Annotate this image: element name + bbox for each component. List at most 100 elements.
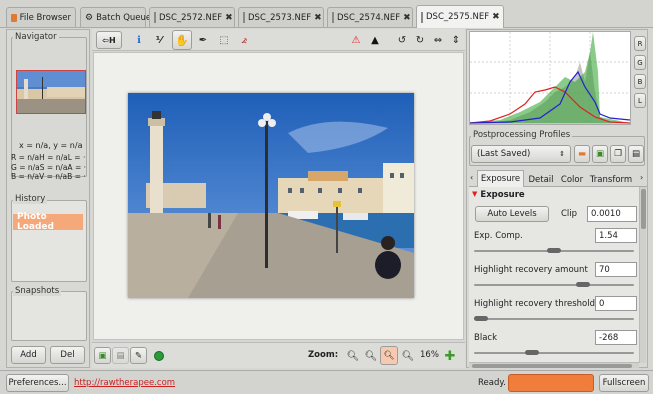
tab-label: DSC_2573.NEF [248,12,312,23]
param-slider[interactable] [474,352,634,354]
info-icon[interactable]: ℹ [130,31,148,49]
rotate-right-icon[interactable]: ↻ [411,31,429,49]
tool-panel-scrollbar[interactable] [639,187,646,363]
tab-color[interactable]: Color [558,172,586,187]
param-value-field[interactable]: 70 [595,262,637,277]
param-label: Black [474,333,497,343]
exposure-param-row: Black -268 [469,329,639,363]
param-slider-knob[interactable] [474,316,488,321]
save-icon: ▣ [98,350,107,361]
tab-dsc-2572[interactable]: DSC_2572.NEF ✖ [149,7,235,27]
paste-icon: ▤ [631,149,641,159]
crop-icon[interactable]: ⬚ [215,31,233,49]
paste-profile-button[interactable]: ▤ [628,145,644,163]
tab-label: File Browser [19,12,71,23]
tab-file-browser[interactable]: File Browser [6,7,76,27]
param-value-field[interactable]: -268 [595,330,637,345]
history-title: History [13,194,48,204]
rotate-left-icon[interactable]: ↺ [393,31,411,49]
hand-tool-button[interactable]: ✋ [172,30,192,50]
close-icon[interactable]: ✖ [492,12,500,22]
param-slider-knob[interactable] [547,248,561,253]
navigator-title: Navigator [13,32,59,42]
tab-dsc-2573[interactable]: DSC_2573.NEF ✖ [238,7,324,27]
profile-select[interactable]: (Last Saved) ⇕ [471,145,571,163]
param-slider-knob[interactable] [576,282,590,287]
navigator-preview-image [17,71,85,113]
auto-levels-button[interactable]: Auto Levels [475,206,549,222]
color-picker-icon[interactable]: ✒ [194,31,212,49]
straighten-icon[interactable]: ⦨ [235,31,253,49]
tab-exposure[interactable]: Exposure [477,170,524,187]
history-item-photo-loaded[interactable]: Photo Loaded [13,212,83,232]
history-toggle-button[interactable]: ⇦ H [96,31,122,49]
histogram-blue-toggle[interactable]: B [634,74,646,89]
tab-detail[interactable]: Detail [525,172,557,187]
zoom-100-icon[interactable]: 🔍︎ [399,347,417,365]
scrollbar-thumb[interactable] [641,189,646,229]
harbor-photo-image [128,93,414,298]
fullscreen-button[interactable]: Fullscreen [599,374,649,392]
tabs-scroll-right-icon[interactable]: › [640,173,643,182]
exposure-title: Exposure [480,190,525,200]
delete-snapshot-button[interactable]: Del [50,346,85,364]
editor-bottom-bar: ▣ ▤ ✎ Zoom: 🔍︎ 🔍︎ 🔍︎ 🔍︎ 16% ✚ [92,342,465,368]
histogram-red-toggle[interactable]: R [634,36,646,51]
param-value-field[interactable]: 0 [595,296,637,311]
param-value-field[interactable]: 1.54 [595,228,637,243]
clip-field[interactable]: 0.0010 [587,206,637,222]
preview-area[interactable] [93,52,464,340]
navigator-thumbnail[interactable] [16,70,86,114]
flip-horizontal-icon[interactable]: ⇔ [429,31,447,49]
before-after-icon[interactable]: ⅟ [150,31,168,49]
editor-toolbar: ⇦ H ℹ ⅟ ✋ ✒ ⬚ ⦨ ⚠ ▲ ↺ ↻ ⇔ ⇕ [92,29,465,51]
photo-preview[interactable] [128,93,414,298]
tab-label: DSC_2574.NEF [337,12,401,23]
shadow-clipping-warning-icon[interactable]: ▲ [366,31,384,49]
tool-panel-h-scrollbar[interactable] [469,362,639,368]
histogram-luminance-toggle[interactable]: L [634,93,646,108]
tab-bar: File Browser ⚙ Batch Queue DSC_2572.NEF … [0,0,653,28]
flip-vertical-icon[interactable]: ⇕ [447,31,465,49]
zoom-fit-button[interactable]: 🔍︎ [380,346,398,365]
history-toggle-label: H [109,35,116,45]
exposure-header[interactable]: ▼ Exposure [472,190,525,200]
tab-label: Batch Queue [96,12,152,23]
close-icon[interactable]: ✖ [314,13,322,23]
file-icon [243,12,245,23]
profile-select-value: (Last Saved) [477,149,531,159]
copy-profile-button[interactable]: ❐ [610,145,626,163]
navigator-rgb-row: B = n/aV = n/aB = · [11,172,86,181]
save-profile-button[interactable]: ▣ [592,145,608,163]
queue-icon: ▤ [116,350,125,361]
new-detail-window-icon[interactable]: ✚ [441,347,459,365]
histogram-green-toggle[interactable]: G [634,55,646,70]
status-bar: Preferences... http://rawtherapee.com Re… [0,370,653,394]
send-to-editor-button[interactable]: ✎ [130,347,147,364]
preferences-button[interactable]: Preferences... [6,374,69,392]
zoom-out-icon[interactable]: 🔍︎ [344,347,362,365]
h-scrollbar-thumb[interactable] [472,364,632,368]
open-profile-button[interactable]: ▬ [574,145,590,163]
highlight-clipping-warning-icon[interactable]: ⚠ [347,31,365,49]
tab-batch-queue[interactable]: ⚙ Batch Queue [80,7,151,27]
param-slider[interactable] [474,318,634,320]
close-icon[interactable]: ✖ [403,13,411,23]
tab-dsc-2574[interactable]: DSC_2574.NEF ✖ [327,7,413,27]
tab-transform[interactable]: Transform [587,172,635,187]
website-link[interactable]: http://rawtherapee.com [74,378,175,388]
queue-button[interactable]: ▤ [112,347,129,364]
add-snapshot-button[interactable]: Add [11,346,46,364]
gear-icon: ⚙ [85,12,94,23]
param-slider[interactable] [474,284,634,286]
tab-dsc-2575[interactable]: DSC_2575.NEF ✖ [416,5,504,28]
save-image-button[interactable]: ▣ [94,347,111,364]
zoom-in-icon[interactable]: 🔍︎ [362,347,380,365]
exposure-param-row: Highlight recovery amount 70 [469,261,639,295]
tabs-scroll-left-icon[interactable]: ‹ [470,173,473,182]
hand-icon: ✋ [175,33,189,47]
param-slider-knob[interactable] [525,350,539,355]
close-icon[interactable]: ✖ [225,13,233,23]
expander-down-icon: ▼ [472,190,478,198]
tool-tabs: ‹ Exposure Detail Color Transform › [469,170,647,187]
